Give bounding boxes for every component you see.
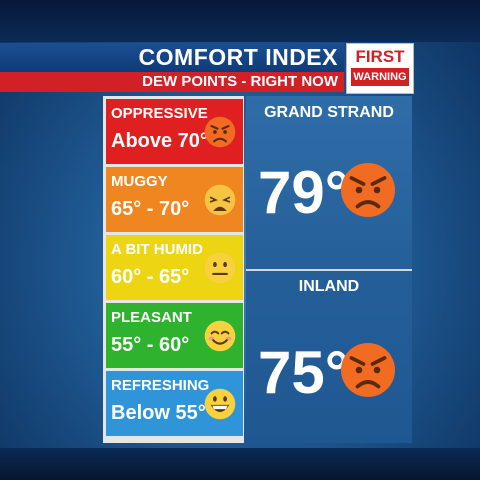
legend-row-muggy: MUGGY 65° - 70° bbox=[106, 167, 243, 232]
legend-name: OPPRESSIVE bbox=[111, 105, 208, 122]
neutral-face-icon bbox=[204, 252, 236, 284]
page-title: COMFORT INDEX bbox=[138, 44, 338, 70]
top-band bbox=[0, 0, 480, 42]
legend-name: PLEASANT bbox=[111, 309, 192, 326]
legend-range: 60° - 65° bbox=[111, 266, 190, 288]
subtitle-bar: DEW POINTS - RIGHT NOW bbox=[0, 72, 344, 92]
location-name: GRAND STRAND bbox=[264, 104, 394, 121]
panel-divider bbox=[246, 269, 412, 271]
logo-bottom-text: WARNING bbox=[351, 68, 409, 86]
first-warning-logo: FIRST WARNING bbox=[346, 43, 414, 94]
legend-row-refreshing: REFRESHING Below 55° bbox=[106, 371, 243, 436]
legend-range: 65° - 70° bbox=[111, 198, 190, 220]
angry-face-icon bbox=[341, 163, 395, 217]
location-temp: 75° bbox=[258, 339, 349, 406]
weary-face-icon bbox=[204, 184, 236, 216]
logo-top-text: FIRST bbox=[355, 47, 405, 66]
legend-name: MUGGY bbox=[111, 173, 168, 190]
legend-name: A BIT HUMID bbox=[111, 241, 203, 258]
angry-face-icon bbox=[341, 343, 395, 397]
location-temp: 79° bbox=[258, 159, 349, 226]
angry-face-icon bbox=[204, 116, 236, 148]
comfort-legend: OPPRESSIVE Above 70° MUGGY 65° - 70° A B… bbox=[103, 96, 244, 443]
legend-row-pleasant: PLEASANT 55° - 60° bbox=[106, 303, 243, 368]
page-subtitle: DEW POINTS - RIGHT NOW bbox=[142, 73, 338, 90]
title-bar: COMFORT INDEX bbox=[0, 43, 344, 72]
legend-range: 55° - 60° bbox=[111, 334, 190, 356]
legend-row-oppressive: OPPRESSIVE Above 70° bbox=[106, 99, 243, 164]
legend-range: Above 70° bbox=[111, 130, 208, 152]
legend-row-a-bit-humid: A BIT HUMID 60° - 65° bbox=[106, 235, 243, 300]
location-name: INLAND bbox=[298, 278, 360, 295]
bottom-band bbox=[0, 448, 480, 480]
legend-name: REFRESHING bbox=[111, 377, 210, 394]
grinning-face-icon bbox=[204, 388, 236, 420]
smiling-face-icon bbox=[204, 320, 236, 352]
legend-range: Below 55° bbox=[111, 402, 206, 424]
